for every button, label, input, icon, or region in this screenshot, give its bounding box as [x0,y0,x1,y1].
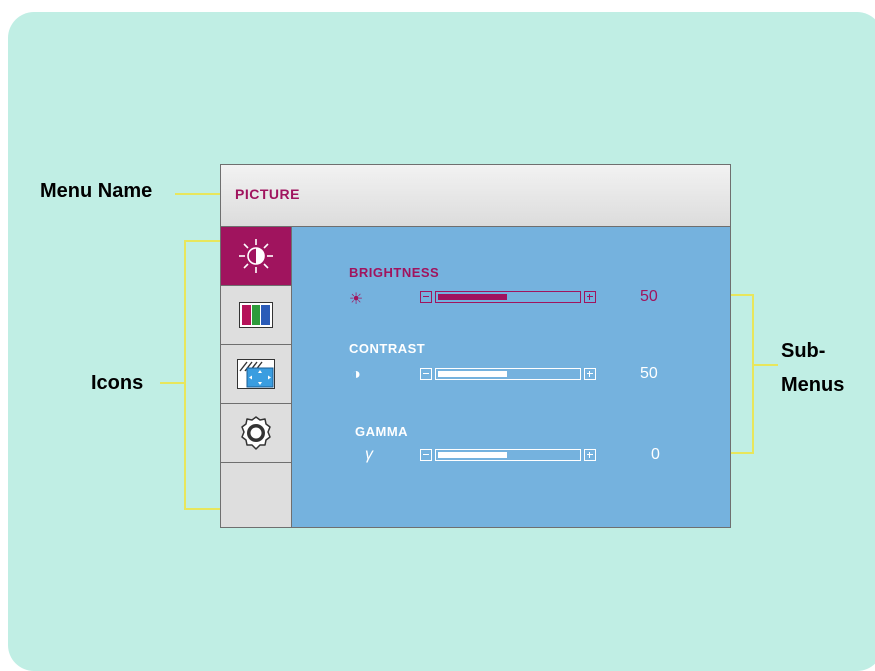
gamma-bar [435,449,581,461]
contrast-increase-button[interactable] [584,368,596,380]
gamma-increase-button[interactable] [584,449,596,461]
sub-menus-callout-line2: Menus [781,374,845,396]
contrast-decrease-button[interactable] [420,368,432,380]
menu-icon-empty-slot [221,463,291,527]
sub-menus-bracket-bottom [731,452,754,454]
sub-menus-bracket-top [731,294,754,296]
brightness-label: BRIGHTNESS [349,265,440,280]
brightness-bar [435,291,581,303]
contrast-bar-fill [438,371,507,377]
sub-menus-bracket-vertical [752,294,754,454]
screen-position-icon [237,359,275,389]
icons-callout: Icons [91,372,144,394]
icons-bracket-top [184,240,220,242]
brightness-contrast-icon [239,239,273,273]
icons-bracket-vertical [184,240,186,510]
gamma-slider[interactable] [417,449,599,461]
setup-gear-icon [241,416,271,450]
brightness-slider[interactable] [417,291,599,303]
osd-menu-header: PICTURE [220,164,731,227]
brightness-decrease-button[interactable] [420,291,432,303]
sub-menu-panel: BRIGHTNESS ☀ 50 CONTRAST ◑ 50 GAMMA γ 0 [292,227,731,528]
icons-leader-line [160,382,184,384]
menu-icon-picture[interactable] [221,227,291,286]
contrast-slider[interactable] [417,368,599,380]
brightness-bar-fill [438,294,507,300]
gamma-symbol-icon: γ [365,446,373,463]
menu-name-leader-line [175,193,220,195]
menu-icon-color[interactable] [221,286,291,345]
icons-bracket-bottom [184,508,220,510]
menu-icon-column [220,227,292,528]
contrast-value: 50 [640,365,658,382]
contrast-half-circle-icon: ◑ [351,366,361,383]
brightness-value: 50 [640,288,658,305]
brightness-sun-icon: ☀ [348,291,364,308]
color-bars-icon [239,302,273,328]
sub-menus-leader-line [754,364,778,366]
contrast-bar [435,368,581,380]
gamma-value: 0 [651,446,660,463]
menu-icon-position[interactable] [221,345,291,404]
gamma-bar-fill [438,452,507,458]
gamma-label: GAMMA [355,424,409,439]
menu-name-callout: Menu Name [40,180,153,202]
menu-title: PICTURE [235,186,300,202]
brightness-increase-button[interactable] [584,291,596,303]
menu-icon-setup[interactable] [221,404,291,463]
gamma-decrease-button[interactable] [420,449,432,461]
contrast-label: CONTRAST [349,341,426,356]
sub-menus-callout-line1: Sub- [781,340,826,362]
